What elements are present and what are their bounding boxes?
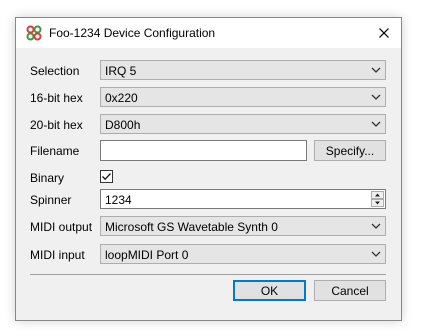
selection-value: IRQ 5 <box>105 64 137 78</box>
midi-input-row: MIDI input loopMIDI Port 0 <box>16 244 401 266</box>
chevron-down-icon <box>371 223 381 229</box>
midi-output-row: MIDI output Microsoft GS Wavetable Synth… <box>16 216 401 238</box>
window-title: Foo-1234 Device Configuration <box>49 26 216 40</box>
binary-row: Binary <box>16 167 401 189</box>
chevron-down-icon <box>371 94 381 100</box>
filename-label: Filename <box>30 144 80 158</box>
spinner-decrement-button[interactable] <box>371 199 384 207</box>
chevron-down-icon <box>371 67 381 73</box>
device-config-icon <box>26 25 42 41</box>
close-button[interactable] <box>367 18 401 48</box>
cancel-button[interactable]: Cancel <box>314 280 386 301</box>
device-config-dialog: Foo-1234 Device Configuration Selection … <box>15 17 402 321</box>
filename-row: Filename Specify... <box>16 140 401 162</box>
midi-output-value: Microsoft GS Wavetable Synth 0 <box>105 220 278 234</box>
hex20-label: 20-bit hex <box>30 118 83 132</box>
hex16-value: 0x220 <box>105 91 138 105</box>
hex20-value: D800h <box>105 118 141 132</box>
chevron-down-icon <box>375 201 380 205</box>
hex16-label: 16-bit hex <box>30 91 83 105</box>
hex16-row: 16-bit hex 0x220 <box>16 87 401 109</box>
spinner-increment-button[interactable] <box>371 191 384 199</box>
midi-input-label: MIDI input <box>30 248 85 262</box>
ok-button[interactable]: OK <box>233 280 306 301</box>
specify-button[interactable]: Specify... <box>314 140 386 161</box>
chevron-up-icon <box>375 193 380 197</box>
button-separator <box>30 274 386 275</box>
midi-output-dropdown[interactable]: Microsoft GS Wavetable Synth 0 <box>100 216 386 236</box>
selection-row: Selection IRQ 5 <box>16 60 401 82</box>
midi-output-label: MIDI output <box>30 220 93 234</box>
spinner-row: Spinner 1234 <box>16 189 401 211</box>
midi-input-dropdown[interactable]: loopMIDI Port 0 <box>100 244 386 264</box>
spinner-input[interactable]: 1234 <box>100 189 386 209</box>
spinner-label: Spinner <box>30 193 72 207</box>
binary-label: Binary <box>30 171 65 185</box>
chevron-down-icon <box>371 121 381 127</box>
hex16-dropdown[interactable]: 0x220 <box>100 87 386 107</box>
filename-input[interactable] <box>100 140 307 161</box>
check-icon <box>102 173 111 181</box>
midi-input-value: loopMIDI Port 0 <box>105 248 189 262</box>
chevron-down-icon <box>371 251 381 257</box>
hex20-row: 20-bit hex D800h <box>16 114 401 136</box>
spinner-value: 1234 <box>105 193 132 207</box>
binary-checkbox[interactable] <box>100 170 113 183</box>
selection-dropdown[interactable]: IRQ 5 <box>100 60 386 80</box>
hex20-dropdown[interactable]: D800h <box>100 114 386 134</box>
title-bar: Foo-1234 Device Configuration <box>16 18 401 48</box>
close-icon <box>379 28 389 38</box>
selection-label: Selection <box>30 64 80 78</box>
